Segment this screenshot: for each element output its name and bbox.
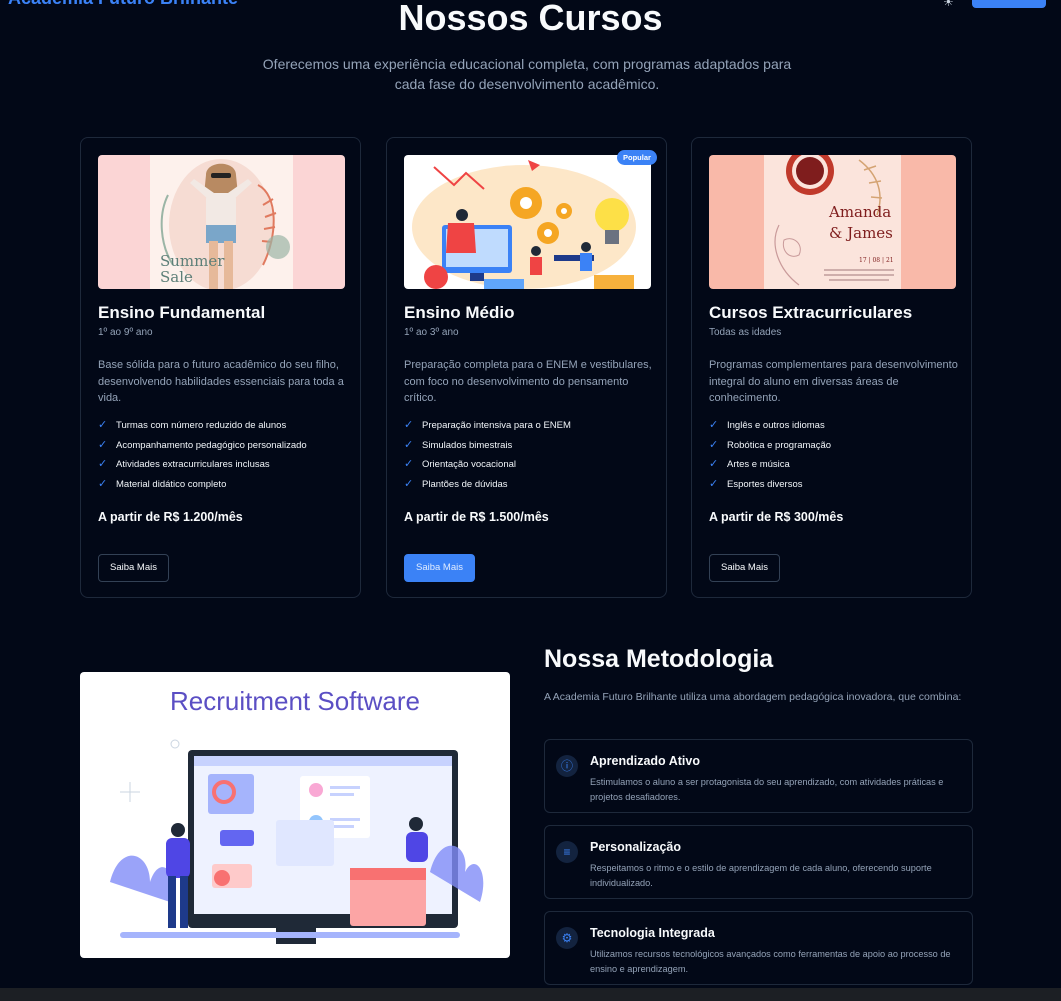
course-price: A partir de R$ 1.500/mês — [404, 510, 549, 524]
methodology-intro: A Academia Futuro Brilhante utiliza uma … — [544, 691, 962, 703]
gear-icon: ⚙ — [556, 927, 578, 949]
methodology-item-title: Aprendizado Ativo — [590, 754, 700, 768]
methodology-item-title: Tecnologia Integrada — [590, 926, 715, 940]
popular-badge: Popular — [617, 150, 657, 165]
course-age: 1º ao 3º ano — [404, 327, 459, 338]
methodology-item-title: Personalização — [590, 840, 682, 854]
course-card-fundamental: Summer Sale Ensino Fundamental 1º ao 9º … — [80, 137, 361, 598]
course-title: Cursos Extracurriculares — [709, 303, 913, 322]
image-text-james: & James — [829, 224, 893, 242]
course-features: ✓ Preparação intensiva para o ENEM ✓ Simul… — [404, 419, 571, 497]
check-icon: ✓ — [98, 458, 108, 470]
check-icon: ✓ — [98, 477, 108, 490]
course-image-extracurriculares: Amanda & James 17 | 08 | 21 — [709, 155, 956, 289]
image-text-date: 17 | 08 | 21 — [859, 257, 894, 264]
feature-item: ✓ Orientação vocacional — [404, 458, 516, 470]
check-icon: ✓ — [709, 419, 719, 431]
feature-item: ✓ Preparação intensiva para o ENEM — [404, 419, 571, 431]
section-title: Nossos Cursos — [398, 0, 663, 38]
methodology-item-tecnologia: ⚙ Tecnologia Integrada Utilizamos recurs… — [544, 911, 973, 985]
image-text-summer: Summer — [160, 252, 225, 270]
saiba-mais-button[interactable]: Saiba Mais — [709, 554, 780, 582]
methodology-title: Nossa Metodologia — [544, 645, 774, 673]
feature-item: ✓ Material didático completo — [98, 477, 227, 490]
course-title: Ensino Fundamental — [98, 303, 266, 322]
course-age: 1º ao 9º ano — [98, 327, 153, 338]
methodology-item-personalizacao: ≡ Personalização Respeitamos o ritmo e o… — [544, 825, 973, 899]
feature-item: ✓ Simulados bimestrais — [404, 438, 513, 451]
check-icon: ✓ — [404, 477, 414, 490]
feature-item: ✓ Esportes diversos — [709, 477, 803, 490]
section-subtitle: Oferecemos uma experiência educacional c… — [262, 56, 792, 92]
course-card-medio: Popular Ensino Médio 1º ao 3º ano Prepar… — [386, 137, 667, 598]
feature-item: ✓ Inglês e outros idiomas — [709, 419, 825, 431]
saiba-mais-button[interactable]: Saiba Mais — [98, 554, 169, 582]
check-icon: ✓ — [404, 458, 414, 470]
course-image-medio — [404, 155, 651, 289]
feature-item: ✓ Artes e música — [709, 458, 790, 470]
course-card-extracurriculares: Amanda & James 17 | 08 | 21 Cursos Extra… — [691, 137, 972, 598]
feature-item: ✓ Acompanhamento pedagógico personalizado — [98, 438, 307, 451]
course-title: Ensino Médio — [404, 303, 515, 322]
course-description: Programas complementares para desenvolvi… — [709, 359, 958, 404]
feature-item: ✓ Turmas com número reduzido de alunos — [98, 419, 287, 431]
course-description: Preparação completa para o ENEM e vestib… — [404, 359, 652, 404]
check-icon: ✓ — [709, 477, 719, 490]
check-icon: ✓ — [404, 419, 414, 431]
methodology-illustration: Recruitment Software — [80, 672, 510, 958]
course-image-fundamental: Summer Sale — [98, 155, 345, 289]
course-age: Todas as idades — [709, 327, 782, 338]
course-description: Base sólida para o futuro acadêmico do s… — [98, 359, 344, 404]
list-icon: ≡ — [556, 841, 578, 863]
feature-item: ✓ Atividades extracurriculares inclusas — [98, 458, 270, 470]
feature-item: ✓ Plantões de dúvidas — [404, 477, 508, 490]
methodology-item-aprendizado: ⓘ Aprendizado Ativo Estimulamos o aluno … — [544, 739, 973, 813]
check-icon: ✓ — [709, 458, 719, 470]
image-text-amanda: Amanda — [829, 203, 892, 221]
check-icon: ✓ — [404, 438, 414, 451]
methodology-item-text: Utilizamos recursos tecnológicos avançad… — [590, 949, 951, 974]
methodology-item-text: Estimulamos o aluno a ser protagonista d… — [590, 777, 944, 802]
bottom-edge — [0, 988, 1061, 1001]
methodology-item-text: Respeitamos o ritmo e o estilo de aprend… — [590, 863, 932, 888]
check-icon: ✓ — [709, 438, 719, 451]
saiba-mais-button[interactable]: Saiba Mais — [404, 554, 475, 582]
check-icon: ✓ — [98, 438, 108, 451]
course-price: A partir de R$ 1.200/mês — [98, 510, 243, 524]
course-features: ✓ Turmas com número reduzido de alunos ✓ A… — [98, 419, 307, 497]
info-icon: ⓘ — [556, 755, 578, 777]
image-text-sale: Sale — [160, 268, 193, 286]
feature-item: ✓ Robótica e programação — [709, 438, 832, 451]
course-features: ✓ Inglês e outros idiomas ✓ Robótica e pro… — [709, 419, 831, 497]
course-price: A partir de R$ 300/mês — [709, 510, 844, 524]
check-icon: ✓ — [98, 419, 108, 431]
